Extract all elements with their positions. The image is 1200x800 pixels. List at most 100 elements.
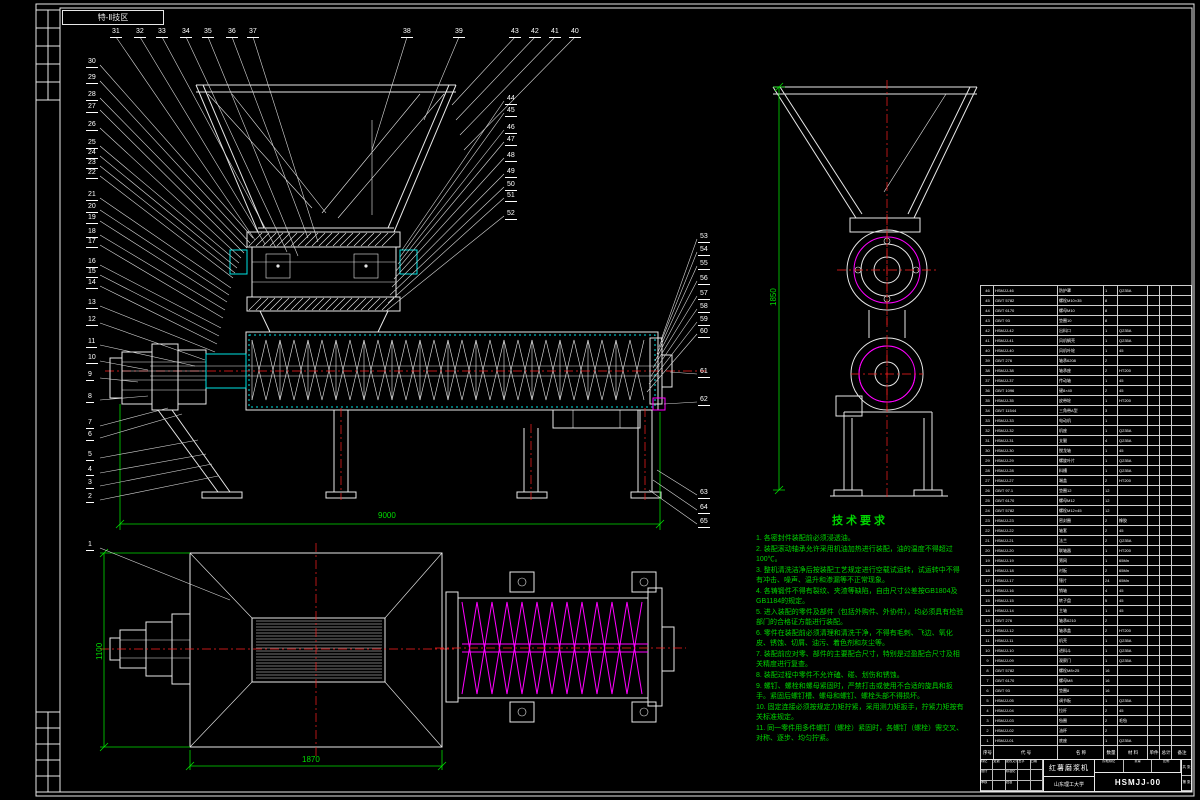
- parts-table-cell: [1172, 545, 1192, 555]
- parts-table-cell: HSMJJ-01: [994, 735, 1058, 745]
- technical-requirements-title: 技术要求: [832, 515, 888, 527]
- parts-table-cell: 毡圈: [1058, 715, 1104, 725]
- parts-table-cell: [1148, 395, 1160, 405]
- parts-table-cell: [1172, 535, 1192, 545]
- parts-table-row: 11 HSMJJ-11 机壳 1 Q235A: [980, 635, 1192, 645]
- parts-table-row: 26 GB/T 97.1 垫圈12 12: [980, 485, 1192, 495]
- parts-table-cell: 联轴器: [1058, 545, 1104, 555]
- parts-table-cell: [1160, 495, 1172, 505]
- conveyor-top-view: [435, 571, 686, 723]
- parts-table-cell: HSMJJ-40: [994, 345, 1058, 355]
- parts-table-cell: [1148, 385, 1160, 395]
- title-block-number-zone: 阶段标记 重量 比例 HSMJJ-00: [1095, 760, 1182, 791]
- parts-table-cell: [1160, 585, 1172, 595]
- tech-requirement-item: 5. 进入装配的零件及部件（包括外购件、外协件），均必须具有检验部门的合格证方能…: [756, 609, 964, 626]
- part-callout-27: 27: [86, 103, 98, 113]
- parts-table-cell: GB/T 5782: [994, 665, 1058, 675]
- parts-table-cell: [1160, 285, 1172, 295]
- part-callout-52: 52: [505, 210, 517, 220]
- title-block-sign-cell: [1030, 780, 1044, 791]
- parts-table-cell: [1148, 325, 1160, 335]
- parts-table-cell: 12: [1104, 485, 1118, 495]
- parts-table-row: 44 GB/T 6170 螺母M10 8: [980, 305, 1192, 315]
- parts-table-cell: Q235A: [1118, 635, 1148, 645]
- parts-table-row: 13 GB/T 276 轴承6210 2: [980, 615, 1192, 625]
- part-callout-10: 10: [86, 354, 98, 364]
- tech-requirement-item: 9. 螺钉、螺栓和螺母紧固时，严禁打击或使用不合适的旋具和扳手。紧固后螺钉槽、螺…: [756, 683, 953, 700]
- part-callout-56: 56: [698, 275, 710, 285]
- parts-table-cell: HSMJJ-15: [994, 595, 1058, 605]
- technical-requirements-list: 1. 各密封件装配前必须浸透油。 2. 装配滚动轴承允许采用机油加热进行装配，油的…: [756, 534, 964, 744]
- parts-table-cell: [1172, 515, 1192, 525]
- parts-table-cell: 观察门: [1058, 655, 1104, 665]
- front-view: [105, 84, 706, 530]
- title-block-sign-cell: 批准: [1005, 780, 1019, 791]
- parts-table-cell: 45: [980, 295, 994, 305]
- parts-table-cell: 30: [980, 445, 994, 455]
- parts-table-cell: 三角带A型: [1058, 405, 1104, 415]
- part-callout-29: 29: [86, 74, 98, 84]
- parts-table-cell: [1118, 725, 1148, 735]
- parts-table-cell: [1160, 705, 1172, 715]
- title-block-info-row: 阶段标记 重量 比例: [1095, 760, 1182, 773]
- parts-table-cell: [1148, 475, 1160, 485]
- parts-table-cell: [1160, 315, 1172, 325]
- parts-table-cell: 调节板: [1058, 695, 1104, 705]
- part-callout-17: 17: [86, 238, 98, 248]
- parts-table-cell: [1172, 645, 1192, 655]
- part-callout-33: 33: [156, 28, 168, 38]
- parts-table-cell: 45: [1118, 605, 1148, 615]
- parts-table-cell: 4: [1104, 435, 1118, 445]
- parts-table-cell: [1148, 285, 1160, 295]
- parts-table-row: 7 GB/T 6170 螺母M8 16: [980, 675, 1192, 685]
- part-callout-34: 34: [180, 28, 192, 38]
- parts-table-cell: [1160, 435, 1172, 445]
- parts-table-cell: 34: [980, 405, 994, 415]
- parts-table-cell: [1172, 335, 1192, 345]
- parts-table-cell: 14: [980, 605, 994, 615]
- parts-table-cell: HSMJJ-42: [994, 325, 1058, 335]
- parts-table-cell: [1118, 315, 1148, 325]
- part-callout-54: 54: [698, 246, 710, 256]
- parts-table-cell: [1172, 625, 1192, 635]
- parts-table-cell: Q235A: [1118, 435, 1148, 445]
- parts-table-cell: [1148, 585, 1160, 595]
- part-callout-16: 16: [86, 258, 98, 268]
- parts-table-cell: [1160, 685, 1172, 695]
- parts-table-row: 4 HSMJJ-04 拉杆 2 45: [980, 705, 1192, 715]
- parts-table-cell: [1148, 655, 1160, 665]
- parts-table-cell: 2: [1104, 385, 1118, 395]
- parts-table-cell: [1160, 325, 1172, 335]
- parts-table-cell: 1: [1104, 465, 1118, 475]
- parts-table-row: 37 HSMJJ-37 传动轴 1 45: [980, 375, 1192, 385]
- parts-table-cell: HSMJJ-04: [994, 705, 1058, 715]
- parts-table-cell: GB/T 97.1: [994, 485, 1058, 495]
- part-callout-6: 6: [86, 431, 94, 441]
- parts-table-cell: [1172, 355, 1192, 365]
- parts-table-cell: 代 号: [994, 745, 1058, 759]
- parts-table-row: 1 HSMJJ-01 底座 1 Q235A: [980, 735, 1192, 745]
- parts-table-cell: 筛网: [1058, 555, 1104, 565]
- parts-table-cell: 端盖: [1058, 475, 1104, 485]
- parts-table-cell: 3: [980, 715, 994, 725]
- title-block-sign-cell: 处数: [993, 760, 1006, 771]
- parts-table-cell: 2: [1104, 355, 1118, 365]
- parts-table-cell: [1148, 715, 1160, 725]
- part-callout-30: 30: [86, 58, 98, 68]
- parts-table-cell: [1160, 535, 1172, 545]
- parts-table-cell: 2: [1104, 625, 1118, 635]
- parts-table-cell: [1148, 565, 1160, 575]
- part-callout-15: 15: [86, 268, 98, 278]
- parts-table-cell: 37: [980, 375, 994, 385]
- parts-table-cell: HSMJJ-11: [994, 635, 1058, 645]
- parts-table-row: 21 HSMJJ-21 法兰 2 Q235A: [980, 535, 1192, 545]
- part-callout-1: 1: [86, 541, 94, 551]
- parts-table-row: 34 GB/T 11544 三角带A型 3: [980, 405, 1192, 415]
- parts-table-cell: 41: [980, 335, 994, 345]
- title-block: 标记处数更改文件号签字日期设计标准化审核批准 红薯磨浆机 山东理工大学 阶段标记…: [980, 759, 1192, 792]
- parts-table-cell: [1118, 295, 1148, 305]
- parts-table-cell: 11: [980, 635, 994, 645]
- parts-table-cell: HSMJJ-33: [994, 415, 1058, 425]
- parts-table-cell: HSMJJ-27: [994, 475, 1058, 485]
- parts-table-cell: 2: [1104, 365, 1118, 375]
